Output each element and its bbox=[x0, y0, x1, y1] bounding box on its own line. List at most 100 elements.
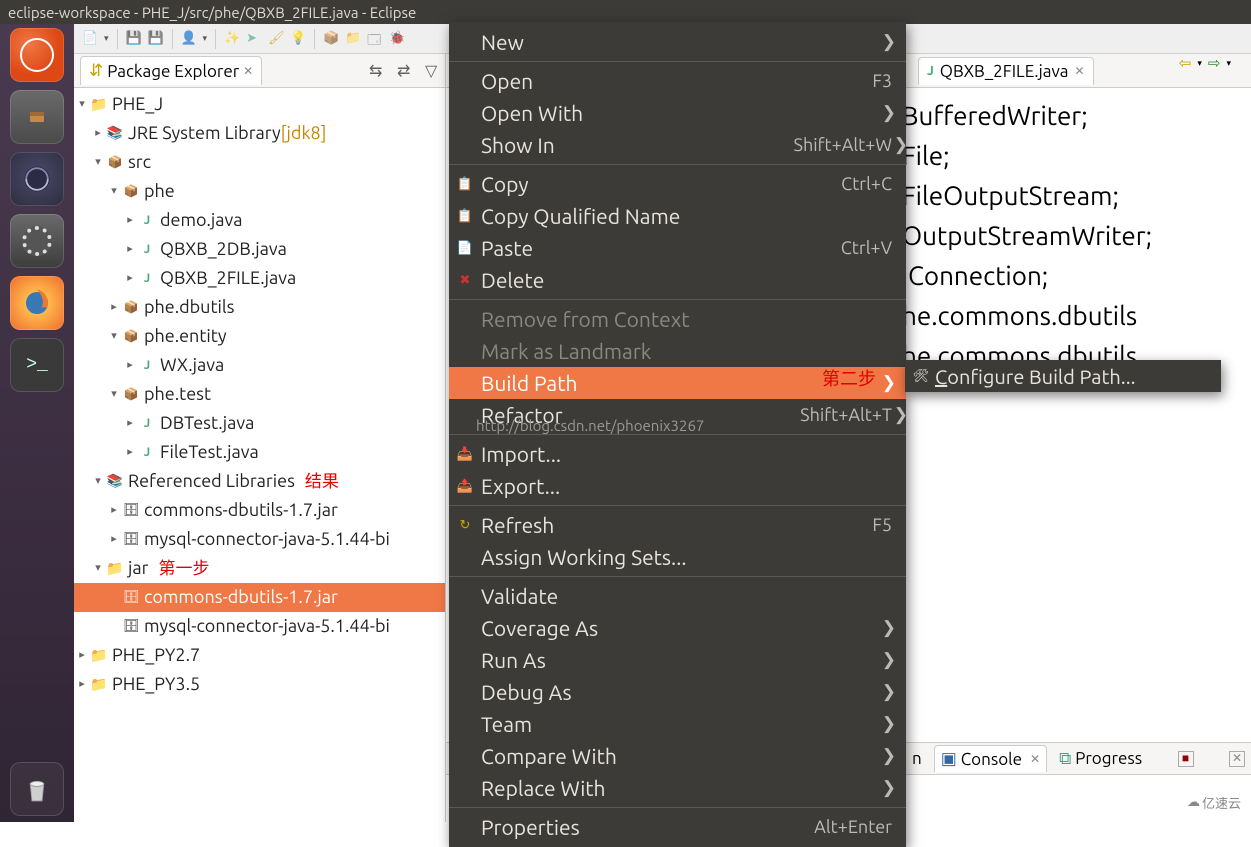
package-dbutils-node[interactable]: ▸phe.dbutils bbox=[74, 293, 445, 322]
ctx-run-as[interactable]: Run As❯ bbox=[449, 644, 906, 676]
package-phe-node[interactable]: ▾phe bbox=[74, 177, 445, 206]
package-icon[interactable]: 📦 bbox=[323, 31, 339, 47]
java-file-filetest[interactable]: ▸FileTest.java bbox=[74, 438, 445, 467]
nav-forward-icon[interactable]: ⇨ bbox=[1208, 54, 1221, 72]
nav-back-icon[interactable]: ⇦ bbox=[1179, 54, 1192, 72]
java-file-qbxb2file[interactable]: ▸QBXB_2FILE.java bbox=[74, 264, 445, 293]
firefox-app-icon[interactable] bbox=[10, 276, 64, 330]
ctx-paste[interactable]: 📄PasteCtrl+V bbox=[449, 232, 906, 264]
ubuntu-launcher: >_ bbox=[0, 24, 74, 822]
java-file-icon bbox=[138, 242, 156, 258]
hierarchy-icon: ⇵ bbox=[89, 61, 103, 81]
jar-mysql-node[interactable]: mysql-connector-java-5.1.44-bi bbox=[74, 612, 445, 641]
ctx-refactor[interactable]: RefactorShift+Alt+T❯ bbox=[449, 399, 906, 431]
tab-console[interactable]: ▣Console✕ bbox=[934, 745, 1047, 772]
annotation-result: 结果 bbox=[305, 467, 339, 496]
chevron-right-icon: ❯ bbox=[894, 405, 908, 425]
ctx-team[interactable]: Team❯ bbox=[449, 708, 906, 740]
nav-history: ⇦▾ ⇨▾ bbox=[1179, 54, 1231, 72]
link-editor-icon[interactable]: ⇄ bbox=[397, 61, 417, 81]
window-icon[interactable]: 🗔 bbox=[367, 31, 383, 47]
ctx-remove-context: Remove from Context bbox=[449, 303, 906, 335]
window-title-bar: eclipse-workspace - PHE_J/src/phe/QBXB_2… bbox=[0, 0, 1251, 24]
java-file-qbxb2db[interactable]: ▸QBXB_2DB.java bbox=[74, 235, 445, 264]
java-file-icon bbox=[138, 416, 156, 432]
files-app-icon[interactable] bbox=[10, 90, 64, 144]
wand-icon[interactable]: ✨ bbox=[224, 31, 240, 47]
view-menu-icon[interactable]: ▽ bbox=[425, 61, 445, 81]
folder-icon[interactable]: 📁 bbox=[345, 31, 361, 47]
ref-lib-commons[interactable]: ▸commons-dbutils-1.7.jar bbox=[74, 496, 445, 525]
java-file-icon bbox=[138, 358, 156, 374]
separator bbox=[449, 807, 906, 808]
editor-tab-qbxb2file[interactable]: J QBXB_2FILE.java ✕ bbox=[918, 57, 1094, 85]
project-node[interactable]: ▾PHE_J bbox=[74, 90, 445, 119]
package-test-node[interactable]: ▾phe.test bbox=[74, 380, 445, 409]
jre-library-node[interactable]: ▸JRE System Library [jdk8] bbox=[74, 119, 445, 148]
ctx-import[interactable]: 📥Import... bbox=[449, 438, 906, 470]
ref-lib-mysql[interactable]: ▸mysql-connector-java-5.1.44-bi bbox=[74, 525, 445, 554]
project-icon bbox=[90, 97, 108, 113]
project-tree[interactable]: ▾PHE_J ▸JRE System Library [jdk8] ▾src ▾… bbox=[74, 88, 445, 822]
close-icon[interactable]: ✕ bbox=[1074, 64, 1084, 78]
tab-progress[interactable]: ⧉Progress bbox=[1053, 746, 1148, 772]
project-py27[interactable]: ▸PHE_PY2.7 bbox=[74, 641, 445, 670]
ctx-validate[interactable]: Validate bbox=[449, 580, 906, 612]
save-icon[interactable]: 💾 bbox=[126, 31, 142, 47]
terminate-button[interactable]: ■ bbox=[1178, 751, 1194, 767]
save-all-icon[interactable]: 💾 bbox=[148, 31, 164, 47]
src-folder-node[interactable]: ▾src bbox=[74, 148, 445, 177]
separator bbox=[449, 61, 906, 62]
settings-app-icon[interactable] bbox=[10, 214, 64, 268]
jar-folder-node[interactable]: ▾jar第一步 bbox=[74, 554, 445, 583]
ctx-delete[interactable]: ✖Delete bbox=[449, 264, 906, 296]
console-icon: ▣ bbox=[941, 749, 957, 769]
package-icon bbox=[122, 184, 140, 200]
ctx-refresh[interactable]: ↻RefreshF5 bbox=[449, 509, 906, 541]
referenced-libraries-node[interactable]: ▾Referenced Libraries结果 bbox=[74, 467, 445, 496]
java-file-wx[interactable]: ▸WX.java bbox=[74, 351, 445, 380]
ctx-replace-with[interactable]: Replace With❯ bbox=[449, 772, 906, 804]
ctx-properties[interactable]: PropertiesAlt+Enter bbox=[449, 811, 906, 843]
ctx-configure-build-path[interactable]: 🛠 Configure Build Path... bbox=[905, 362, 1221, 390]
close-icon[interactable]: ✕ bbox=[243, 64, 253, 78]
ctx-export[interactable]: 📤Export... bbox=[449, 470, 906, 502]
debug-step-icon[interactable]: ➤ bbox=[246, 31, 262, 47]
ctx-copy[interactable]: 📋CopyCtrl+C bbox=[449, 168, 906, 200]
jar-icon bbox=[122, 532, 140, 548]
src-folder-icon bbox=[106, 155, 124, 171]
terminal-app-icon[interactable]: >_ bbox=[10, 338, 64, 392]
brush-icon[interactable]: 🖌 bbox=[268, 31, 284, 47]
ctx-build-path[interactable]: Build Path 第二步 ❯ bbox=[449, 367, 906, 399]
project-py35[interactable]: ▸PHE_PY3.5 bbox=[74, 670, 445, 699]
ctx-coverage-as[interactable]: Coverage As❯ bbox=[449, 612, 906, 644]
ctx-assign-working-sets[interactable]: Assign Working Sets... bbox=[449, 541, 906, 573]
trash-icon[interactable] bbox=[10, 762, 64, 816]
separator bbox=[449, 164, 906, 165]
bug-icon[interactable]: 🐞 bbox=[389, 31, 405, 47]
chevron-right-icon: ❯ bbox=[882, 682, 896, 702]
ctx-compare-with[interactable]: Compare With❯ bbox=[449, 740, 906, 772]
ctx-new[interactable]: New❯ bbox=[449, 26, 906, 58]
java-file-dbtest[interactable]: ▸DBTest.java bbox=[74, 409, 445, 438]
person-icon[interactable]: 👤 bbox=[181, 31, 197, 47]
ctx-copy-qualified[interactable]: 📋Copy Qualified Name bbox=[449, 200, 906, 232]
ctx-debug-as[interactable]: Debug As❯ bbox=[449, 676, 906, 708]
jar-commons-node[interactable]: commons-dbutils-1.7.jar bbox=[74, 583, 445, 612]
package-entity-node[interactable]: ▾phe.entity bbox=[74, 322, 445, 351]
tab-n[interactable]: n bbox=[906, 746, 928, 771]
ctx-show-in[interactable]: Show InShift+Alt+W❯ bbox=[449, 129, 906, 161]
bulb-icon[interactable]: 💡 bbox=[290, 31, 306, 47]
collapse-all-icon[interactable]: ⇆ bbox=[369, 61, 389, 81]
eclipse-app-icon[interactable] bbox=[10, 152, 64, 206]
package-explorer-tab[interactable]: ⇵ Package Explorer ✕ bbox=[80, 56, 262, 85]
package-icon bbox=[122, 329, 140, 345]
close-icon[interactable]: ✕ bbox=[1030, 752, 1040, 766]
java-file-demo[interactable]: ▸demo.java bbox=[74, 206, 445, 235]
remove-launch-button[interactable]: ✕ bbox=[1229, 751, 1245, 767]
ctx-open[interactable]: OpenF3 bbox=[449, 65, 906, 97]
new-icon[interactable]: 📄 bbox=[82, 31, 98, 47]
ctx-open-with[interactable]: Open With❯ bbox=[449, 97, 906, 129]
dash-button[interactable] bbox=[10, 28, 64, 82]
progress-icon: ⧉ bbox=[1059, 749, 1071, 769]
